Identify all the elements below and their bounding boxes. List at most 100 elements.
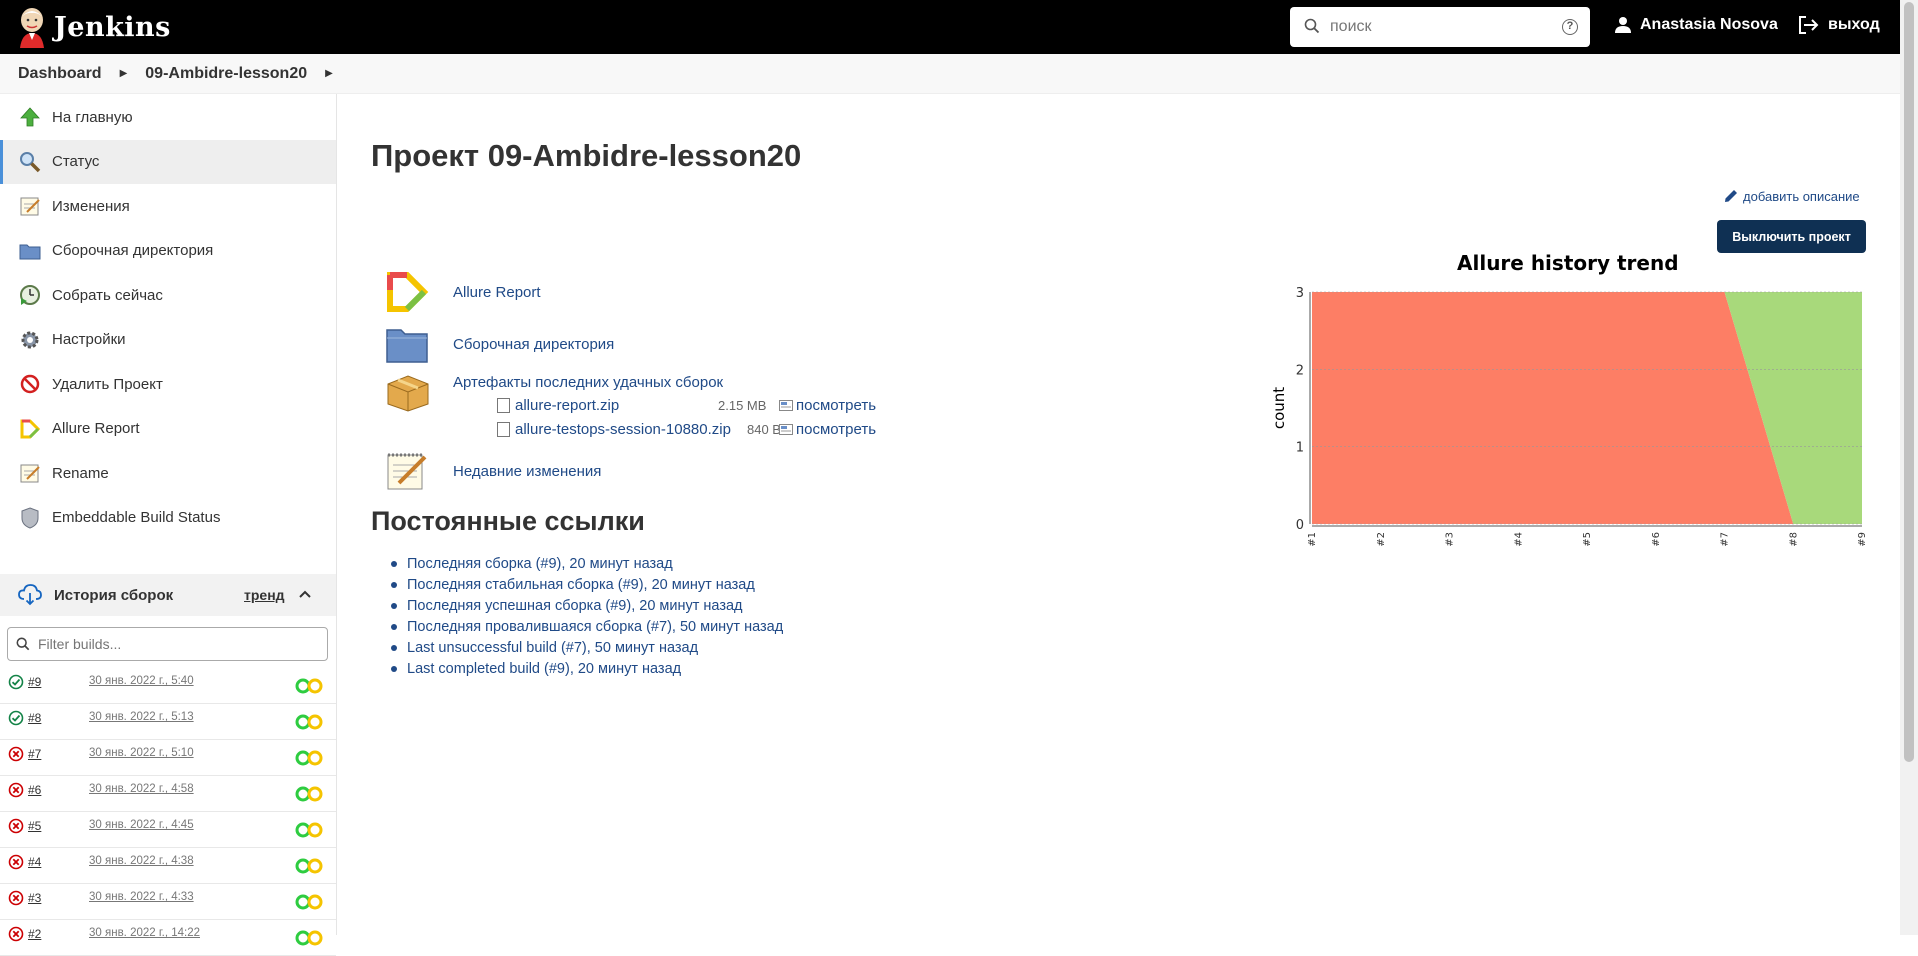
allure-report-icon[interactable] [295, 678, 325, 694]
build-number-link[interactable]: #3 [28, 891, 41, 905]
trend-link[interactable]: тренд [244, 587, 285, 603]
build-number-link[interactable]: #7 [28, 747, 41, 761]
artifact-view-link[interactable]: посмотреть [779, 397, 876, 414]
recent-changes-link[interactable]: Недавние изменения [453, 463, 601, 480]
sidebar-item-home[interactable]: На главную [0, 95, 336, 140]
sidebar-item-configure[interactable]: Настройки [0, 318, 336, 363]
build-date-link[interactable]: 30 янв. 2022 г., 4:58 [89, 783, 194, 795]
breadcrumb-separator-icon[interactable]: ▶ [120, 68, 128, 79]
build-date-link[interactable]: 30 янв. 2022 г., 4:38 [89, 855, 194, 867]
x-tick-label: #1 [1307, 532, 1318, 547]
chevron-up-icon[interactable] [298, 587, 312, 601]
allure-report-icon[interactable] [295, 822, 325, 838]
build-row[interactable]: #3 30 янв. 2022 г., 4:33 [0, 884, 336, 920]
permalink[interactable]: Последняя успешная сборка (#9), 20 минут… [407, 598, 743, 614]
build-row[interactable]: #9 30 янв. 2022 г., 5:40 [0, 668, 336, 704]
search-help-icon[interactable]: ? [1562, 19, 1578, 35]
permalinks-list: Последняя сборка (#9), 20 минут назад По… [391, 553, 783, 679]
recent-changes-row: Недавние изменения [385, 445, 601, 497]
jenkins-logo[interactable]: Jenkins [16, 6, 171, 48]
artifact-link[interactable]: allure-testops-session-10880.zip [515, 421, 731, 438]
search-input[interactable] [1330, 16, 1550, 38]
sidebar-item-delete-project[interactable]: Удалить Проект [0, 362, 336, 407]
sidebar-item-label: Настройки [52, 331, 126, 349]
build-row[interactable]: #8 30 янв. 2022 г., 5:13 [0, 704, 336, 740]
build-number-link[interactable]: #9 [28, 675, 41, 689]
sidebar-item-label: Embeddable Build Status [52, 509, 221, 527]
logo-text: Jenkins [54, 11, 171, 43]
build-row[interactable]: #2 30 янв. 2022 г., 14:22 [0, 920, 336, 956]
artifact-link[interactable]: allure-report.zip [515, 397, 619, 414]
build-number-link[interactable]: #8 [28, 711, 41, 725]
sidebar-item-allure-report[interactable]: Allure Report [0, 407, 336, 452]
artifact-view-link[interactable]: посмотреть [779, 421, 876, 438]
x-tick-label: #2 [1376, 532, 1387, 547]
build-row[interactable]: #5 30 янв. 2022 г., 4:45 [0, 812, 336, 848]
allure-report-icon[interactable] [295, 930, 325, 946]
workspace-link[interactable]: Сборочная директория [453, 336, 614, 353]
build-date-link[interactable]: 30 янв. 2022 г., 14:22 [89, 927, 200, 939]
filter-builds-box[interactable] [7, 627, 328, 661]
permalink[interactable]: Last completed build (#9), 20 минут наза… [407, 661, 681, 677]
sidebar-item-build-now[interactable]: Собрать сейчас [0, 273, 336, 318]
user-menu[interactable]: Anastasia Nosova [1614, 16, 1778, 34]
scrollbar-thumb[interactable] [1904, 2, 1914, 762]
breadcrumb-project[interactable]: 09-Ambidre-lesson20 [145, 65, 307, 83]
add-description-label: добавить описание [1743, 188, 1860, 204]
page-scrollbar[interactable] [1900, 0, 1918, 935]
sidebar-item-changes[interactable]: Изменения [0, 184, 336, 229]
allure-report-icon[interactable] [295, 786, 325, 802]
allure-icon [18, 417, 42, 441]
allure-report-icon[interactable] [295, 894, 325, 910]
x-tick-label: #5 [1582, 532, 1593, 547]
allure-report-icon[interactable] [295, 750, 325, 766]
build-number-link[interactable]: #4 [28, 855, 41, 869]
filter-builds-input[interactable] [38, 636, 318, 652]
view-label[interactable]: посмотреть [796, 397, 876, 414]
permalink[interactable]: Last unsuccessful build (#7), 50 минут н… [407, 640, 698, 656]
build-number-link[interactable]: #6 [28, 783, 41, 797]
permalink[interactable]: Последняя стабильная сборка (#9), 20 мин… [407, 577, 755, 593]
project-links: Allure Report Сборочная директория [385, 266, 945, 370]
allure-report-icon[interactable] [295, 858, 325, 874]
view-label[interactable]: посмотреть [796, 421, 876, 438]
build-row[interactable]: #4 30 янв. 2022 г., 4:38 [0, 848, 336, 884]
permalink[interactable]: Последняя сборка (#9), 20 минут назад [407, 556, 673, 572]
build-row[interactable]: #7 30 янв. 2022 г., 5:10 [0, 740, 336, 776]
build-row[interactable]: #6 30 янв. 2022 г., 4:58 [0, 776, 336, 812]
failed-x-icon [8, 854, 24, 870]
failed-x-icon [8, 782, 24, 798]
file-icon [497, 421, 510, 437]
allure-report-icon[interactable] [295, 714, 325, 730]
logout-link[interactable]: выход [1798, 16, 1880, 34]
allure-trend-chart[interactable]: 0 1 2 3 #1 #2 #3 #4 #5 #6 #7 #8 #9 count [1268, 248, 1868, 558]
x-tick-label: #6 [1651, 532, 1662, 547]
search-box[interactable]: ? [1290, 7, 1590, 47]
search-icon [16, 637, 30, 651]
sidebar-item-rename[interactable]: Rename [0, 451, 336, 496]
sidebar-item-workspace[interactable]: Сборочная директория [0, 229, 336, 274]
add-description-link[interactable]: добавить описание [1723, 188, 1860, 204]
permalink[interactable]: Последняя провалившаяся сборка (#7), 50 … [407, 619, 783, 635]
build-number-link[interactable]: #2 [28, 927, 41, 941]
list-item: Последняя успешная сборка (#9), 20 минут… [391, 595, 783, 616]
y-axis-label: count [1270, 387, 1288, 429]
artifacts-title-link[interactable]: Артефакты последних удачных сборок [453, 374, 723, 391]
allure-report-link[interactable]: Allure Report [453, 284, 541, 301]
sidebar-item-status[interactable]: Статус [0, 139, 336, 184]
sidebar-item-label: Rename [52, 464, 109, 482]
build-date-link[interactable]: 30 янв. 2022 г., 5:13 [89, 711, 194, 723]
failed-x-icon [8, 746, 24, 762]
build-date-link[interactable]: 30 янв. 2022 г., 5:40 [89, 675, 194, 687]
breadcrumb-separator-icon[interactable]: ▶ [325, 68, 333, 79]
cloud-icon [18, 584, 42, 606]
sidebar-item-label: Собрать сейчас [52, 286, 163, 304]
sidebar-item-embeddable-build-status[interactable]: Embeddable Build Status [0, 496, 336, 541]
x-tick-label: #3 [1445, 532, 1456, 547]
build-date-link[interactable]: 30 янв. 2022 г., 4:33 [89, 891, 194, 903]
build-date-link[interactable]: 30 янв. 2022 г., 4:45 [89, 819, 194, 831]
build-number-link[interactable]: #5 [28, 819, 41, 833]
top-header: Jenkins ? Anastasia Nosova выход [0, 0, 1900, 54]
build-date-link[interactable]: 30 янв. 2022 г., 5:10 [89, 747, 194, 759]
breadcrumb-dashboard[interactable]: Dashboard [18, 65, 102, 83]
